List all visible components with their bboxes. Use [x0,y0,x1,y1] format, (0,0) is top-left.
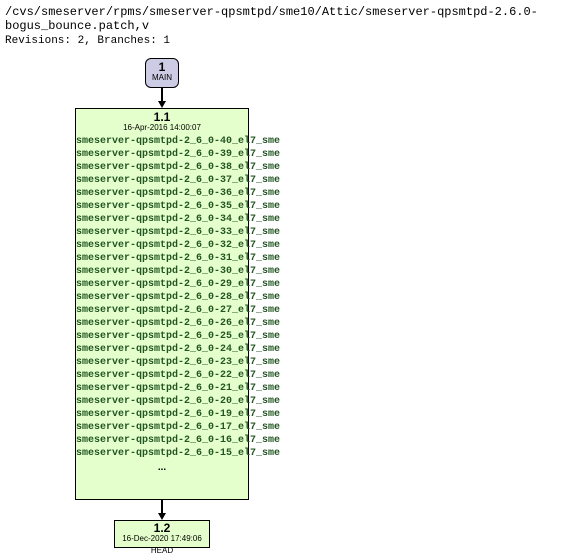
tag: smeserver-qpsmtpd-2_6_0-21_el7_sme [76,382,248,395]
tag: smeserver-qpsmtpd-2_6_0-28_el7_sme [76,291,248,304]
revision-graph: 1 MAIN 1.1 16-Apr-2016 14:00:07 smeserve… [5,55,575,550]
tag: smeserver-qpsmtpd-2_6_0-17_el7_sme [76,421,248,434]
file-path: /cvs/smeserver/rpms/smeserver-qpsmtpd/sm… [5,5,579,33]
tag: smeserver-qpsmtpd-2_6_0-34_el7_sme [76,213,248,226]
tag: smeserver-qpsmtpd-2_6_0-33_el7_sme [76,226,248,239]
tag: smeserver-qpsmtpd-2_6_0-36_el7_sme [76,187,248,200]
branch-node-main: 1 MAIN [145,58,179,88]
revision-node-1-2: 1.2 16-Dec-2020 17:49:06 HEAD [114,520,210,548]
tag: smeserver-qpsmtpd-2_6_0-24_el7_sme [76,343,248,356]
arrowhead-main-to-v11 [158,101,166,108]
tag: smeserver-qpsmtpd-2_6_0-20_el7_sme [76,395,248,408]
tag: smeserver-qpsmtpd-2_6_0-15_el7_sme [76,447,248,460]
revision-tags: smeserver-qpsmtpd-2_6_0-40_el7_sme smese… [76,135,248,460]
tag: smeserver-qpsmtpd-2_6_0-25_el7_sme [76,330,248,343]
tag: smeserver-qpsmtpd-2_6_0-39_el7_sme [76,148,248,161]
tag: smeserver-qpsmtpd-2_6_0-19_el7_sme [76,408,248,421]
tag: smeserver-qpsmtpd-2_6_0-37_el7_sme [76,174,248,187]
arrowhead-v11-to-v12 [158,513,166,520]
revisions-info: Revisions: 2, Branches: 1 [5,35,579,47]
revision-node-1-1: 1.1 16-Apr-2016 14:00:07 smeserver-qpsmt… [75,108,249,500]
tag: smeserver-qpsmtpd-2_6_0-22_el7_sme [76,369,248,382]
tag: smeserver-qpsmtpd-2_6_0-27_el7_sme [76,304,248,317]
tag: smeserver-qpsmtpd-2_6_0-16_el7_sme [76,434,248,447]
tag: smeserver-qpsmtpd-2_6_0-30_el7_sme [76,265,248,278]
tags-ellipsis: ... [76,462,248,473]
edge-v11-to-v12 [161,500,163,513]
tag: smeserver-qpsmtpd-2_6_0-35_el7_sme [76,200,248,213]
tag: smeserver-qpsmtpd-2_6_0-23_el7_sme [76,356,248,369]
tag: smeserver-qpsmtpd-2_6_0-38_el7_sme [76,161,248,174]
tag: smeserver-qpsmtpd-2_6_0-29_el7_sme [76,278,248,291]
tag: smeserver-qpsmtpd-2_6_0-32_el7_sme [76,239,248,252]
revision-label: HEAD [115,546,209,555]
revision-date: 16-Dec-2020 17:49:06 [115,535,209,543]
tag: smeserver-qpsmtpd-2_6_0-40_el7_sme [76,135,248,148]
tag: smeserver-qpsmtpd-2_6_0-26_el7_sme [76,317,248,330]
branch-label: MAIN [146,74,178,82]
tag: smeserver-qpsmtpd-2_6_0-31_el7_sme [76,252,248,265]
edge-main-to-v11 [161,88,163,101]
revision-date: 16-Apr-2016 14:00:07 [76,124,248,132]
